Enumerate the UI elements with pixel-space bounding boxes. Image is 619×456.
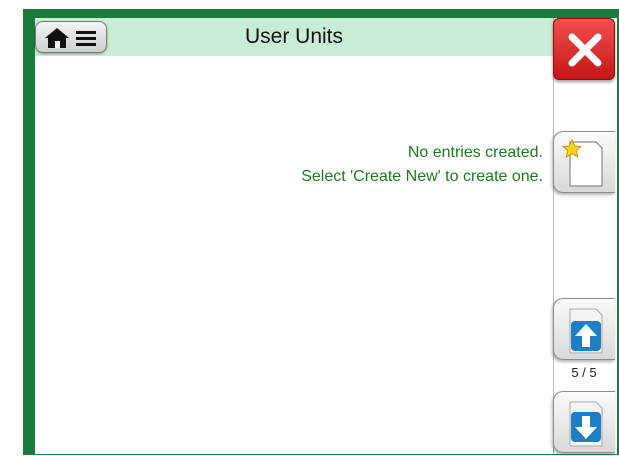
arrow-up-icon [569,308,603,354]
close-button[interactable] [553,18,615,80]
main-content-area [35,18,553,454]
side-button-panel [553,18,617,454]
message-line-2: Select 'Create New' to create one. [301,168,543,185]
close-icon [568,33,602,67]
page-down-button[interactable] [553,391,615,453]
arrow-down-icon [569,401,603,447]
page-up-button[interactable] [553,298,615,360]
create-new-button[interactable] [553,131,615,193]
page-indicator: 5 / 5 [571,365,597,380]
empty-list-message: No entries created. Select 'Create New' … [301,141,543,189]
page-title: User Units [244,25,344,48]
new-document-star-icon [562,139,603,187]
home-menu-icon [45,28,96,48]
home-menu-button[interactable] [35,21,107,53]
message-line-1: No entries created. [407,144,543,161]
